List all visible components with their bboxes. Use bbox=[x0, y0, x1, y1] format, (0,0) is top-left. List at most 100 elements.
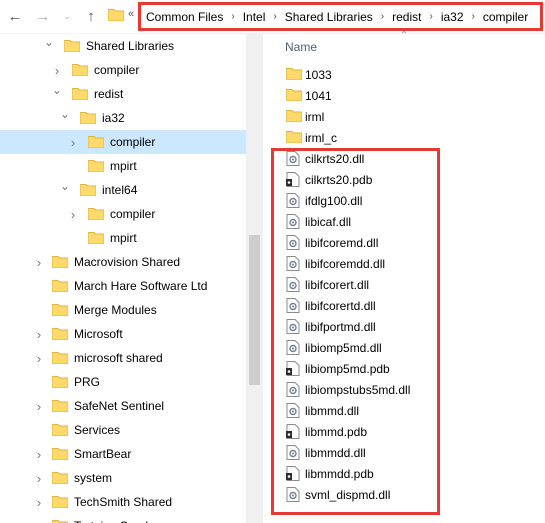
tree-item[interactable]: Merge Modules bbox=[0, 298, 246, 322]
tree-item[interactable]: ⌄ Shared Libraries bbox=[0, 34, 246, 58]
tree-item[interactable]: › SafeNet Sentinel bbox=[0, 394, 246, 418]
breadcrumb-separator-icon[interactable]: › bbox=[231, 11, 234, 22]
breadcrumb-item[interactable]: Intel bbox=[243, 10, 266, 24]
tree-item[interactable]: › TechSmith Shared bbox=[0, 490, 246, 514]
file-list-item[interactable]: libmmdd.dll bbox=[280, 442, 542, 463]
tree-item-label: compiler bbox=[110, 207, 156, 221]
tree-item[interactable]: › SmartBear bbox=[0, 442, 246, 466]
chevron-right-icon[interactable]: › bbox=[34, 495, 44, 510]
back-arrow-icon[interactable]: ← bbox=[6, 7, 24, 25]
file-list-item[interactable]: libiomp5md.dll bbox=[280, 337, 542, 358]
chevron-right-icon[interactable]: › bbox=[68, 135, 78, 150]
file-list-item[interactable]: libifcorert.dll bbox=[280, 274, 542, 295]
folder-icon bbox=[64, 39, 80, 52]
file-list-item[interactable]: libmmd.dll bbox=[280, 400, 542, 421]
chevron-right-icon[interactable]: › bbox=[34, 471, 44, 486]
breadcrumb-separator-icon[interactable]: › bbox=[381, 11, 384, 22]
tree-item[interactable]: ⌄ ia32 bbox=[0, 106, 246, 130]
file-list-item[interactable]: libmmdd.pdb bbox=[280, 463, 542, 484]
address-toolbar: ← → ⌄ ↑ « Common Files › Intel › Shared Libr… bbox=[0, 0, 545, 34]
folder-icon bbox=[80, 111, 96, 124]
pdb-file-icon bbox=[286, 424, 300, 439]
folder-icon bbox=[286, 67, 302, 82]
address-overflow[interactable]: « bbox=[128, 8, 134, 20]
chevron-down-icon[interactable]: ⌄ bbox=[60, 107, 70, 121]
tree-scrollbar-thumb[interactable] bbox=[249, 235, 260, 385]
tree-item[interactable]: › compiler bbox=[0, 130, 246, 154]
tree-item[interactable]: ›Tortoise Overlays bbox=[0, 514, 246, 523]
folder-icon bbox=[52, 351, 68, 364]
chevron-right-icon[interactable]: › bbox=[34, 327, 44, 342]
breadcrumb-item[interactable]: ia32 bbox=[441, 10, 464, 24]
folder-list-item[interactable]: irml_c bbox=[280, 127, 542, 148]
file-list-item[interactable]: libifportmd.dll bbox=[280, 316, 542, 337]
tree-item[interactable]: mpirt bbox=[0, 226, 246, 250]
chevron-right-icon[interactable]: › bbox=[34, 255, 44, 270]
file-list-item[interactable]: cilkrts20.dll bbox=[280, 148, 542, 169]
file-list-item[interactable]: libmmd.pdb bbox=[280, 421, 542, 442]
dll-file-icon bbox=[286, 403, 300, 418]
tree-item[interactable]: Services bbox=[0, 418, 246, 442]
tree-item[interactable]: ⌄ intel64 bbox=[0, 178, 246, 202]
tree-item[interactable]: › compiler bbox=[0, 202, 246, 226]
file-name: libmmdd.pdb bbox=[305, 467, 374, 481]
file-name: libiomp5md.pdb bbox=[305, 362, 390, 376]
tree-item[interactable]: › Macrovision Shared bbox=[0, 250, 246, 274]
tree-item-label: SafeNet Sentinel bbox=[74, 399, 165, 413]
pdb-file-icon bbox=[286, 361, 300, 376]
tree-item-label: Merge Modules bbox=[74, 303, 157, 317]
chevron-down-icon[interactable]: ⌄ bbox=[52, 83, 62, 97]
chevron-right-icon[interactable]: › bbox=[34, 351, 44, 366]
file-list-item[interactable]: cilkrts20.pdb bbox=[280, 169, 542, 190]
tree-item[interactable]: › compiler bbox=[0, 58, 246, 82]
folder-icon bbox=[52, 519, 68, 523]
file-name: cilkrts20.pdb bbox=[305, 173, 373, 187]
file-list-item[interactable]: libifcoremd.dll bbox=[280, 232, 542, 253]
tree-item[interactable]: PRG bbox=[0, 370, 246, 394]
dll-file-icon bbox=[286, 445, 300, 460]
tree-item[interactable]: March Hare Software Ltd bbox=[0, 274, 246, 298]
chevron-down-icon[interactable]: ⌄ bbox=[60, 179, 70, 193]
tree-item[interactable]: › system bbox=[0, 466, 246, 490]
file-name: ifdlg100.dll bbox=[305, 194, 363, 208]
breadcrumb-item[interactable]: Common Files bbox=[146, 10, 223, 24]
tree-item[interactable]: mpirt bbox=[0, 154, 246, 178]
folder-list-item[interactable]: irml bbox=[280, 106, 542, 127]
file-name: svml_dispmd.dll bbox=[305, 488, 391, 502]
breadcrumb-separator-icon[interactable]: › bbox=[273, 11, 276, 22]
tree-item[interactable]: ⌄ redist bbox=[0, 82, 246, 106]
up-arrow-icon[interactable]: ↑ bbox=[82, 7, 100, 25]
file-list-item[interactable]: svml_dispmd.dll bbox=[280, 484, 542, 505]
file-list-item[interactable]: libiompstubs5md.dll bbox=[280, 379, 542, 400]
file-list-item[interactable]: ifdlg100.dll bbox=[280, 190, 542, 211]
breadcrumb-separator-icon[interactable]: › bbox=[429, 11, 432, 22]
file-name: irml bbox=[305, 110, 325, 124]
breadcrumb-item[interactable]: Shared Libraries bbox=[285, 10, 373, 24]
chevron-right-icon[interactable]: › bbox=[34, 447, 44, 462]
folder-icon bbox=[286, 109, 302, 124]
file-list-item[interactable]: libicaf.dll bbox=[280, 211, 542, 232]
folder-list-item[interactable]: 1033 bbox=[280, 64, 542, 85]
chevron-right-icon[interactable]: › bbox=[34, 399, 44, 414]
chevron-right-icon[interactable]: › bbox=[68, 207, 78, 222]
breadcrumb-separator-icon[interactable]: › bbox=[472, 11, 475, 22]
breadcrumb-item[interactable]: redist bbox=[392, 10, 421, 24]
chevron-right-icon[interactable]: › bbox=[52, 63, 62, 78]
tree-item-label: mpirt bbox=[110, 159, 137, 173]
tree-item-label: Tortoise Overlays bbox=[74, 519, 167, 523]
tree-item-label: SmartBear bbox=[74, 447, 132, 461]
file-list-item[interactable]: libifcoremdd.dll bbox=[280, 253, 542, 274]
forward-arrow-icon[interactable]: → bbox=[34, 7, 52, 25]
column-header-name[interactable]: Name bbox=[285, 40, 317, 54]
recent-locations-chevron-icon[interactable]: ⌄ bbox=[58, 7, 76, 25]
breadcrumb-item[interactable]: compiler bbox=[483, 10, 528, 24]
chevron-down-icon[interactable]: ⌄ bbox=[44, 35, 54, 49]
tree-item[interactable]: › Microsoft bbox=[0, 322, 246, 346]
breadcrumb: Common Files › Intel › Shared Libraries › redi… bbox=[138, 2, 543, 31]
folder-list-item[interactable]: 1041 bbox=[280, 85, 542, 106]
tree-item[interactable]: › microsoft shared bbox=[0, 346, 246, 370]
folder-icon bbox=[88, 159, 104, 172]
file-list-item[interactable]: libiomp5md.pdb bbox=[280, 358, 542, 379]
file-name: libifcoremd.dll bbox=[305, 236, 379, 250]
file-list-item[interactable]: libifcorertd.dll bbox=[280, 295, 542, 316]
